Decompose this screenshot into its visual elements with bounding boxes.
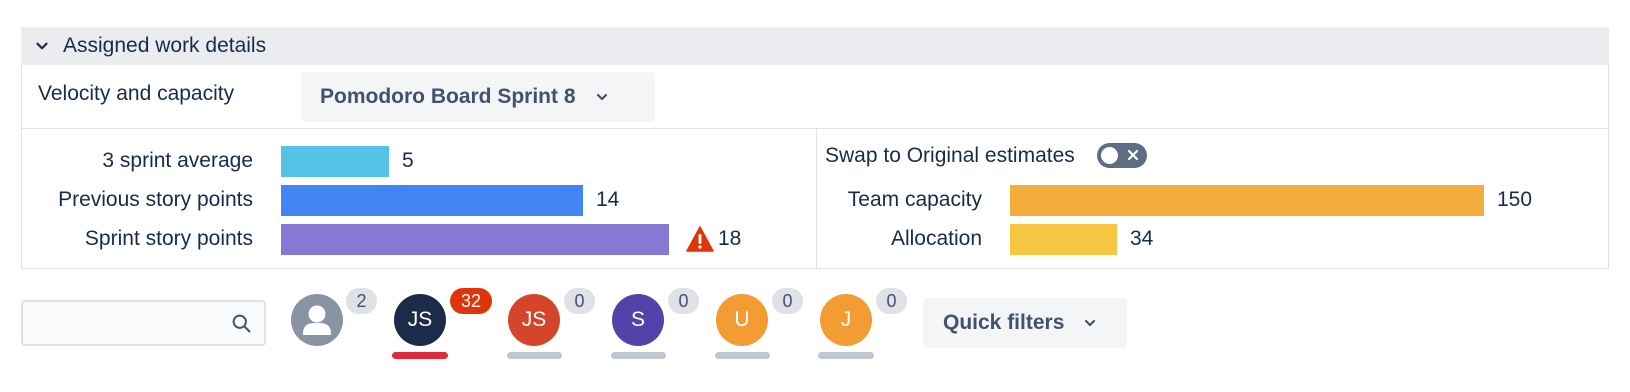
capacity-label: Team capacity [847, 188, 982, 211]
avatar-js[interactable]: JS [508, 294, 560, 346]
metric-value: 18 [718, 227, 742, 250]
assigned-work-toggle[interactable]: Assigned work details [21, 27, 1609, 65]
avatar-count-badge: 0 [876, 288, 907, 314]
sprint-select-label: Pomodoro Board Sprint 8 [320, 84, 576, 108]
chevron-down-icon [36, 42, 48, 50]
metric-label: Previous story points [58, 188, 253, 211]
toggle-knob [1100, 147, 1118, 164]
metric-row-previous: Previous story points 14 [22, 184, 816, 216]
capacity-value: 34 [1130, 227, 1154, 250]
avatar-u[interactable]: U [716, 294, 768, 346]
work-details-body: Velocity and capacity Pomodoro Board Spr… [21, 65, 1609, 269]
metric-bar-average [281, 145, 389, 177]
avatar-underline [715, 352, 770, 359]
avatar-underline [818, 352, 874, 359]
sprint-select-button[interactable]: Pomodoro Board Sprint 8 [301, 71, 655, 122]
assigned-work-panel: Assigned work details Velocity and capac… [21, 27, 1609, 269]
metric-value: 5 [402, 149, 414, 172]
metric-label: 3 sprint average [102, 149, 253, 172]
quick-filters-label: Quick filters [943, 311, 1065, 334]
metric-row-average: 3 sprint average 5 [22, 145, 816, 177]
capacity-row-team: Team capacity 150 [817, 184, 1608, 216]
avatar-count-badge: 0 [772, 288, 803, 314]
metric-value: 14 [596, 188, 620, 211]
avatar-unassigned[interactable] [291, 294, 343, 346]
swap-estimates-row: Swap to Original estimates [825, 143, 1147, 168]
quick-filters-button[interactable]: Quick filters [923, 298, 1127, 348]
avatar-underline [507, 352, 562, 359]
filter-bar: 2 JS 32 JS 0 S 0 U 0 J 0 Quick filters [21, 288, 1221, 368]
close-icon [1127, 149, 1138, 161]
capacity-row-allocation: Allocation 34 [817, 223, 1608, 255]
chevron-down-icon [1085, 319, 1096, 327]
velocity-metrics: 3 sprint average 5 Previous story points… [22, 129, 817, 268]
avatar-j[interactable]: J [820, 294, 872, 346]
swap-label: Swap to Original estimates [825, 143, 1075, 167]
capacity-bar-allocation [1010, 223, 1117, 255]
avatar-js-selected[interactable]: JS [394, 294, 446, 346]
avatar-count-badge: 0 [668, 288, 699, 314]
capacity-value: 150 [1497, 188, 1533, 211]
avatar-s[interactable]: S [612, 294, 664, 346]
search-input[interactable] [31, 302, 235, 344]
avatar-underline [611, 352, 666, 359]
swap-estimates-toggle[interactable] [1096, 143, 1147, 168]
metric-row-sprint: Sprint story points 18 [22, 223, 816, 255]
velocity-label: Velocity and capacity [38, 81, 235, 105]
user-icon [291, 294, 343, 346]
section-title: Assigned work details [63, 34, 267, 57]
capacity-label: Allocation [890, 227, 982, 250]
capacity-metrics: Swap to Original estimates Team capacity… [817, 129, 1608, 268]
avatar-count-badge: 0 [564, 288, 595, 314]
metric-bar-previous [281, 184, 583, 216]
velocity-row: Velocity and capacity Pomodoro Board Spr… [22, 65, 1608, 129]
search-icon [232, 314, 251, 333]
warning-icon [686, 226, 714, 252]
avatar-count-badge: 2 [346, 288, 377, 314]
metric-bar-sprint [281, 223, 669, 255]
avatar-count-badge: 32 [450, 288, 492, 314]
avatar-selected-underline [392, 352, 448, 359]
capacity-bar-team [1010, 184, 1484, 216]
chevron-down-icon [596, 93, 607, 100]
metrics-area: 3 sprint average 5 Previous story points… [22, 129, 1608, 268]
search-box [21, 300, 266, 346]
metric-label: Sprint story points [84, 227, 253, 250]
